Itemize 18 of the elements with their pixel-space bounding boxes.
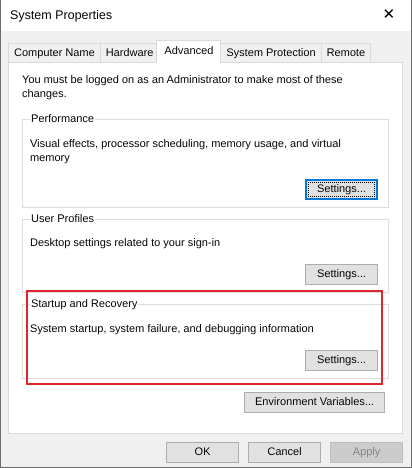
group-title: Startup and Recovery (30, 297, 138, 311)
settings-button[interactable]: Settings... (305, 178, 378, 200)
tab[interactable]: Remote (320, 43, 372, 63)
dialog-button: Apply (330, 442, 403, 463)
window-title: System Properties (10, 7, 112, 24)
tab[interactable]: Computer Name (8, 43, 101, 63)
admin-notice: You must be logged on as an Administrator to make most of these changes. (22, 73, 344, 101)
settings-button[interactable]: Settings... (305, 264, 378, 285)
group-description: System startup, system failure, and debugging information (30, 322, 315, 336)
tab[interactable]: Advanced (156, 40, 222, 63)
settings-button[interactable]: Settings... (305, 350, 378, 370)
environment-variables-button[interactable]: Environment Variables... (244, 392, 385, 412)
group-title: User Profiles (30, 212, 95, 226)
dialog-button[interactable]: Cancel (248, 442, 321, 463)
group-description: Desktop settings related to your sign-in (30, 236, 222, 250)
group-description: Visual effects, processor scheduling, memory usage, and virtual memory (30, 136, 342, 164)
close-button[interactable]: ✕ (367, 0, 411, 31)
dialog-button[interactable]: OK (166, 442, 239, 463)
